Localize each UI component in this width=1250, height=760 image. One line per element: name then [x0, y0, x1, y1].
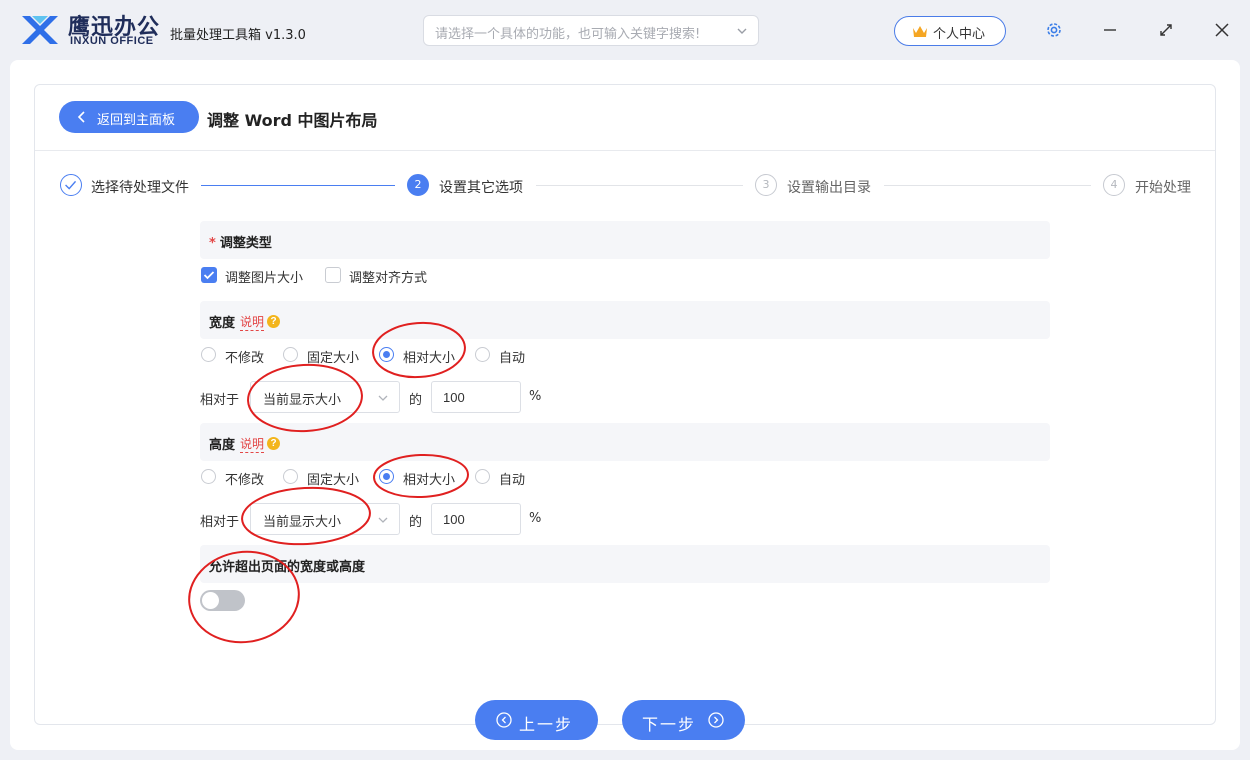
width-section: 宽度 说明 ?	[200, 301, 1050, 339]
height-help-link[interactable]: 说明	[240, 435, 265, 453]
width-unit: %	[529, 389, 542, 404]
height-option-label[interactable]: 自动	[499, 469, 525, 488]
minimize-icon	[1104, 29, 1116, 31]
width-title: 宽度	[209, 316, 236, 331]
height-option-label[interactable]: 不修改	[225, 469, 264, 488]
height-relative-select[interactable]: 当前显示大小	[250, 503, 400, 535]
step-2-label: 设置其它选项	[439, 180, 523, 196]
overflow-section: 允许超出页面的宽度或高度	[200, 545, 1050, 583]
chevron-down-icon	[378, 395, 388, 401]
close-button[interactable]	[1212, 20, 1232, 40]
settings-button[interactable]	[1044, 20, 1064, 40]
step-connector	[201, 185, 395, 186]
height-option-label[interactable]: 相对大小	[403, 469, 455, 488]
step-connector	[536, 185, 743, 186]
prev-step-button[interactable]: 上一步	[475, 700, 598, 740]
back-to-home-button[interactable]: 返回到主面板	[59, 101, 199, 133]
height-of-label: 的	[409, 515, 423, 530]
inxun-logo-icon	[22, 16, 58, 44]
adjust-type-title: 调整类型	[219, 236, 272, 251]
title-bar: 鹰迅办公 INXUN OFFICE 批量处理工具箱 v1.3.0 请选择一个具体…	[0, 0, 1250, 60]
resize-image-checkbox[interactable]	[201, 267, 217, 283]
search-box[interactable]: 请选择一个具体的功能，也可输入关键字搜索!	[423, 15, 759, 46]
next-step-label: 下一步	[642, 715, 697, 734]
resize-image-label[interactable]: 调整图片大小	[225, 267, 303, 286]
toggle-knob	[202, 592, 219, 609]
back-button-label: 返回到主面板	[97, 113, 176, 128]
adjust-type-section: * 调整类型	[200, 221, 1050, 259]
user-center-button[interactable]: 个人中心	[894, 16, 1006, 46]
gear-icon	[1047, 23, 1061, 37]
select-value: 当前显示大小	[263, 393, 342, 408]
height-radio-auto[interactable]	[475, 469, 490, 484]
brand-name-en: INXUN OFFICE	[70, 35, 154, 47]
overflow-toggle[interactable]	[200, 590, 245, 611]
chevron-down-icon	[737, 28, 747, 34]
width-relative-select[interactable]: 当前显示大小	[250, 381, 400, 413]
arrow-left-circle-icon	[496, 712, 512, 728]
maximize-button[interactable]	[1156, 20, 1176, 40]
width-option-label[interactable]: 不修改	[225, 347, 264, 366]
overflow-title: 允许超出页面的宽度或高度	[209, 560, 366, 575]
width-value-input[interactable]: 100	[431, 381, 521, 413]
select-value: 当前显示大小	[263, 515, 342, 530]
height-relative-label: 相对于	[200, 515, 240, 530]
close-icon	[1215, 23, 1229, 37]
arrow-right-circle-icon	[708, 712, 724, 728]
search-input[interactable]: 请选择一个具体的功能，也可输入关键字搜索!	[435, 23, 700, 42]
height-section: 高度 说明 ?	[200, 423, 1050, 461]
step-1-indicator	[60, 174, 82, 196]
alignment-label[interactable]: 调整对齐方式	[349, 267, 427, 286]
alignment-checkbox[interactable]	[325, 267, 341, 283]
step-2-indicator: 2	[407, 174, 429, 196]
width-radio-relative[interactable]	[379, 347, 394, 362]
width-radio-no-change[interactable]	[201, 347, 216, 362]
app-title: 批量处理工具箱 v1.3.0	[170, 28, 306, 43]
height-title: 高度	[209, 438, 236, 453]
input-value: 100	[443, 512, 465, 527]
height-option-label[interactable]: 固定大小	[307, 469, 359, 488]
checkmark-icon	[203, 271, 215, 280]
height-radio-relative[interactable]	[379, 469, 394, 484]
minimize-button[interactable]	[1100, 20, 1120, 40]
width-radio-auto[interactable]	[475, 347, 490, 362]
question-icon[interactable]: ?	[267, 315, 280, 328]
chevron-down-icon	[378, 517, 388, 523]
chevron-left-icon	[77, 111, 85, 123]
width-relative-label: 相对于	[200, 393, 240, 408]
step-3-indicator: 3	[755, 174, 777, 196]
input-value: 100	[443, 390, 465, 405]
width-help-link[interactable]: 说明	[240, 313, 265, 331]
prev-step-label: 上一步	[519, 715, 574, 734]
height-radio-fixed[interactable]	[283, 469, 298, 484]
user-center-label: 个人中心	[933, 27, 986, 42]
checkmark-icon	[65, 180, 77, 190]
height-unit: %	[529, 511, 542, 526]
crown-icon	[913, 26, 927, 37]
step-connector	[884, 185, 1091, 186]
width-option-label[interactable]: 固定大小	[307, 347, 359, 366]
step-4-label: 开始处理	[1135, 180, 1191, 196]
width-option-label[interactable]: 相对大小	[403, 347, 455, 366]
divider	[35, 150, 1215, 151]
step-1-label: 选择待处理文件	[91, 180, 189, 196]
width-radio-fixed[interactable]	[283, 347, 298, 362]
question-icon[interactable]: ?	[267, 437, 280, 450]
step-4-indicator: 4	[1103, 174, 1125, 196]
height-value-input[interactable]: 100	[431, 503, 521, 535]
required-mark: *	[209, 236, 216, 251]
next-step-button[interactable]: 下一步	[622, 700, 745, 740]
width-option-label[interactable]: 自动	[499, 347, 525, 366]
width-of-label: 的	[409, 393, 423, 408]
page-title: 调整 Word 中图片布局	[207, 111, 378, 130]
step-3-label: 设置输出目录	[787, 180, 871, 196]
height-radio-no-change[interactable]	[201, 469, 216, 484]
maximize-icon	[1160, 24, 1172, 36]
